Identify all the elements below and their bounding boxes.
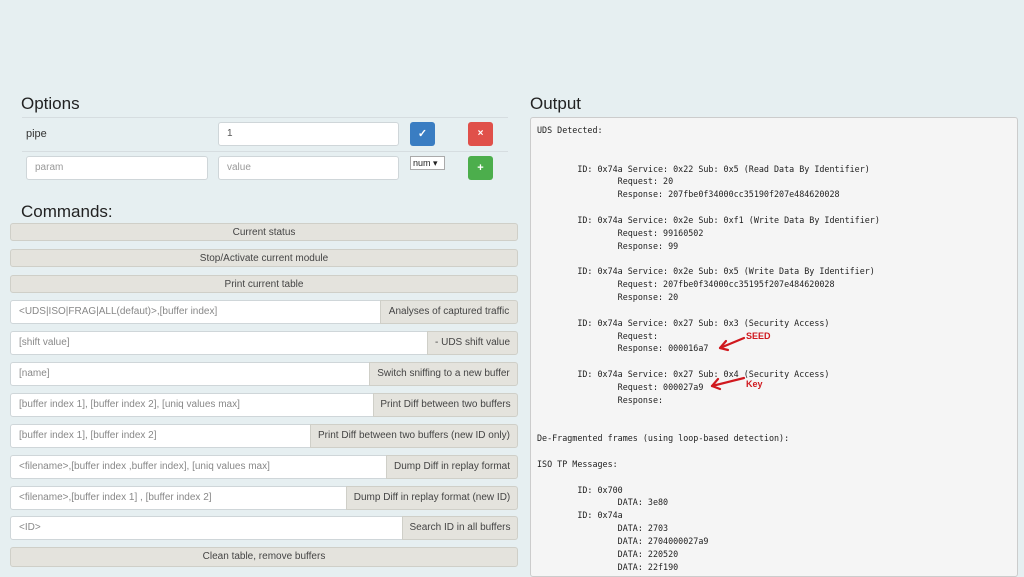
output-text: UDS Detected: ID: 0x74a Service: 0x22 Su…: [537, 125, 880, 572]
command-row-search: <ID> Search ID in all buffers: [10, 516, 518, 540]
diff-button[interactable]: Print Diff between two buffers: [373, 393, 518, 417]
diff-input[interactable]: [buffer index 1], [buffer index 2], [uni…: [10, 393, 375, 417]
buffer-name-input[interactable]: [name]: [10, 362, 371, 386]
command-row-switch-buffer: [name] Switch sniffing to a new buffer: [10, 362, 518, 386]
command-row-diff-new: [buffer index 1], [buffer index 2] Print…: [10, 424, 518, 448]
shift-input[interactable]: [shift value]: [10, 331, 429, 355]
dump-new-input[interactable]: <filename>,[buffer index 1] , [buffer in…: [10, 486, 348, 510]
diff-new-input[interactable]: [buffer index 1], [buffer index 2]: [10, 424, 312, 448]
dump-button[interactable]: Dump Diff in replay format: [386, 455, 518, 479]
seed-annotation: SEED: [746, 331, 771, 341]
value-input[interactable]: value: [218, 156, 399, 180]
analyses-input[interactable]: <UDS|ISO|FRAG|ALL(defaut)>,[buffer index…: [10, 300, 382, 324]
analyses-button[interactable]: Analyses of captured traffic: [380, 300, 518, 324]
confirm-option-button[interactable]: ✓: [410, 122, 435, 146]
search-id-input[interactable]: <ID>: [10, 516, 404, 540]
remove-option-button[interactable]: ×: [468, 122, 493, 146]
command-row-shift: [shift value] - UDS shift value: [10, 331, 518, 355]
check-icon: ✓: [417, 128, 428, 140]
command-row-diff: [buffer index 1], [buffer index 2], [uni…: [10, 393, 518, 417]
key-annotation: Key: [746, 379, 763, 389]
param-input[interactable]: param: [26, 156, 208, 180]
current-status-button[interactable]: Current status: [10, 223, 518, 241]
print-table-button[interactable]: Print current table: [10, 275, 518, 293]
option-value-pipe[interactable]: 1: [218, 122, 399, 146]
stop-activate-button[interactable]: Stop/Activate current module: [10, 249, 518, 267]
switch-buffer-button[interactable]: Switch sniffing to a new buffer: [369, 362, 518, 386]
shift-button[interactable]: - UDS shift value: [427, 331, 518, 355]
search-id-button[interactable]: Search ID in all buffers: [402, 516, 518, 540]
dump-new-button[interactable]: Dump Diff in replay format (new ID): [346, 486, 518, 510]
output-title: Output: [530, 94, 582, 113]
clean-table-button[interactable]: Clean table, remove buffers: [10, 547, 518, 567]
command-row-analyses: <UDS|ISO|FRAG|ALL(defaut)>,[buffer index…: [10, 300, 518, 324]
command-row-dump: <filename>,[buffer index ,buffer index],…: [10, 455, 518, 479]
plus-icon: +: [477, 162, 484, 174]
output-panel[interactable]: UDS Detected: ID: 0x74a Service: 0x22 Su…: [530, 117, 1018, 577]
command-row-dump-new: <filename>,[buffer index 1] , [buffer in…: [10, 486, 518, 510]
options-title: Options: [21, 94, 80, 113]
dump-input[interactable]: <filename>,[buffer index ,buffer index],…: [10, 455, 388, 479]
close-icon: ×: [477, 128, 484, 139]
diff-new-button[interactable]: Print Diff between two buffers (new ID o…: [310, 424, 518, 448]
type-select[interactable]: num ▾: [410, 156, 445, 170]
option-label-pipe: pipe: [26, 128, 47, 140]
add-option-button[interactable]: +: [468, 156, 493, 180]
commands-title: Commands:: [21, 202, 113, 221]
type-select-value: num: [413, 158, 431, 168]
